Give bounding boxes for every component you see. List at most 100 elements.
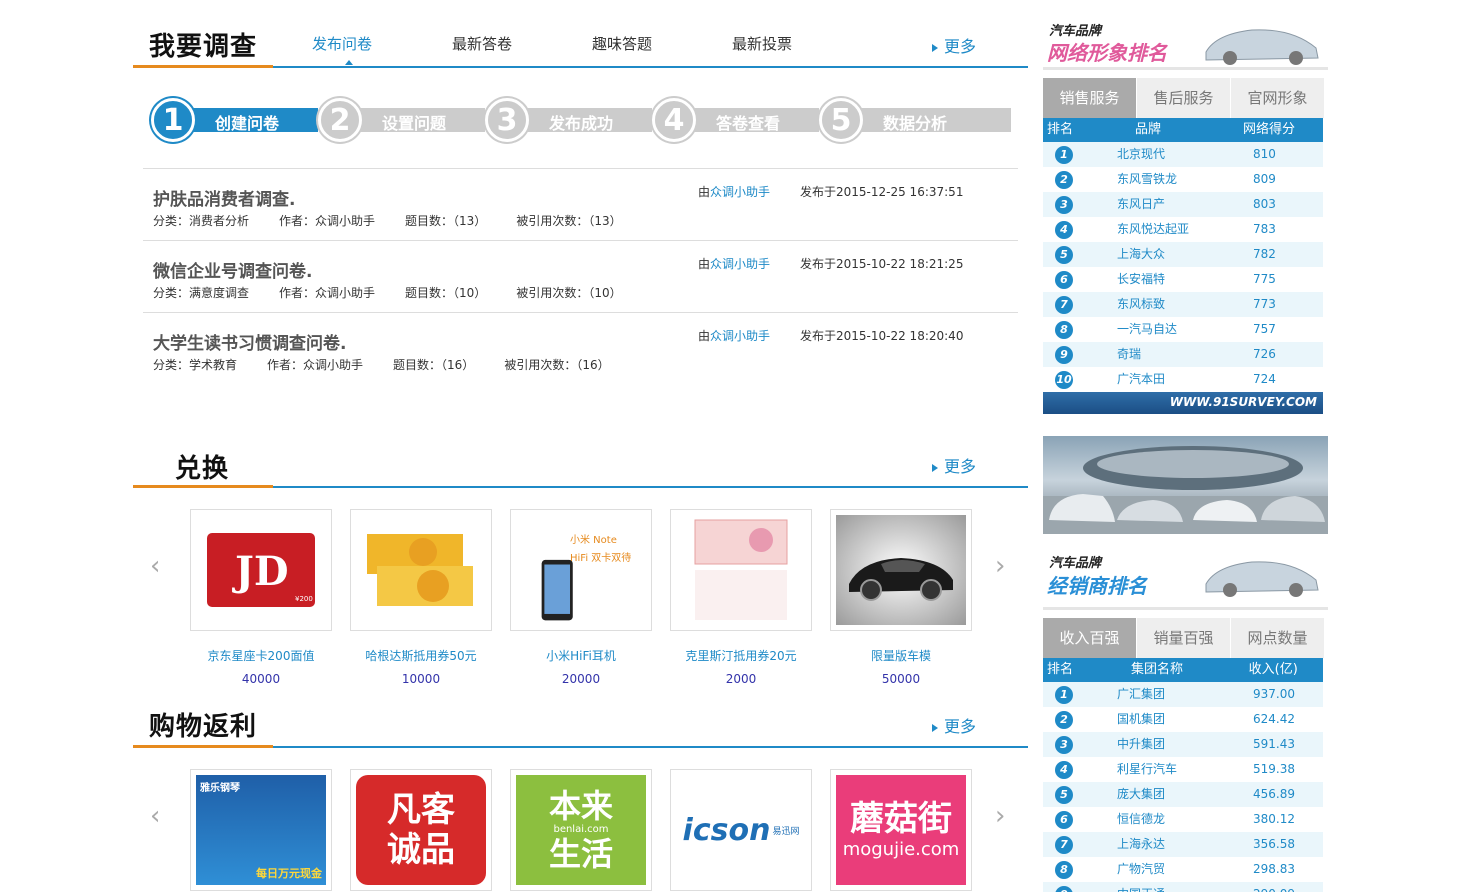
shopping-carousel: ‹ › 雅乐钢琴 每日万元现金 凡客 诚品 本来 benlai.com 生活 i… [133, 769, 1028, 892]
table-row: 5 庞大集团 456.89 [1043, 782, 1323, 807]
jd-card-image: JD ¥200 [196, 515, 326, 625]
ranking-table-2: 1 广汇集团 937.00 2 国机集团 624.42 3 中升集团 591.43 4 利星行… [1043, 682, 1328, 892]
survey-date: 发布于2015-10-22 18:20:40 [800, 329, 964, 343]
benlai-logo: 本来 benlai.com 生活 [516, 775, 646, 885]
tab-sales-top100[interactable]: 销量百强 [1137, 618, 1230, 658]
auto-show-photo[interactable] [1043, 436, 1328, 534]
title-underline [133, 485, 273, 488]
ranking-tabs-1: 销售服务 售后服务 官网形象 [1043, 78, 1328, 118]
survey-category: 分类：满意度调查 [153, 286, 250, 300]
survey-author: 作者：众调小助手 [279, 214, 376, 228]
shop-item[interactable]: icson 易迅网 [670, 769, 830, 891]
tab-latest-votes[interactable]: 最新投票 [732, 33, 872, 54]
xiaomi-phone-image: 小米 Note HiFi 双卡双待 [516, 515, 646, 625]
survey-publisher-link[interactable]: 众调小助手 [710, 257, 770, 271]
svg-text:JD: JD [232, 548, 289, 595]
table-row: 4 东风悦达起亚 783 [1043, 217, 1323, 242]
exchange-item-name[interactable]: 克里斯汀抵用券20元 [670, 647, 812, 664]
exchange-item-name[interactable]: 限量版车模 [830, 647, 972, 664]
survey-author: 作者：众调小助手 [279, 286, 376, 300]
exchange-item-name[interactable]: 小米HiFi耳机 [510, 647, 652, 664]
exchange-section-header: 兑换 更多 [133, 420, 1028, 488]
christine-voucher-image [676, 515, 806, 625]
table-row: 7 上海永达 356.58 [1043, 832, 1323, 857]
tab-website-image[interactable]: 官网形象 [1231, 78, 1324, 118]
survey-title[interactable]: 护肤品消费者调查. [153, 185, 295, 210]
shopping-section-title: 购物返利 [149, 712, 258, 742]
shop-item[interactable]: 凡客 诚品 [350, 769, 510, 891]
chevron-right-icon[interactable]: › [995, 801, 1005, 831]
tab-latest-answers[interactable]: 最新答卷 [452, 33, 592, 54]
table-row: 4 利星行汽车 519.38 [1043, 757, 1323, 782]
table-row: 5 上海大众 782 [1043, 242, 1323, 267]
ranking-table-1-header: 排名 品牌 网络得分 [1043, 118, 1323, 142]
table-row: 2 东风雪铁龙 809 [1043, 167, 1323, 192]
table-row: 3 东风日产 803 [1043, 192, 1323, 217]
shopping-section: 购物返利 更多 ‹ › 雅乐钢琴 每日万元现金 凡客 诚品 本来 benlai.… [133, 680, 1028, 891]
survey-steps: 创建问卷 1 设置问题 2 发布成功 3 答卷查看 4 数据分析 5 [151, 98, 1011, 142]
mogujie-logo: 蘑菇街 mogujie.com [836, 775, 966, 885]
table-row: 6 恒信德龙 380.12 [1043, 807, 1323, 832]
chevron-right-icon[interactable]: › [995, 551, 1005, 581]
list-item[interactable]: 大学生读书习惯调查问卷. 分类：学术教育 作者：众调小助手 题目数：（16） 被… [143, 313, 1018, 385]
chevron-left-icon[interactable]: ‹ [150, 801, 160, 831]
dealer-ranking-banner: 汽车品牌 经销商排名 [1043, 540, 1328, 610]
tab-fun-quiz[interactable]: 趣味答题 [592, 33, 732, 54]
tab-revenue-top100[interactable]: 收入百强 [1043, 618, 1136, 658]
survey-publisher-link[interactable]: 众调小助手 [710, 329, 770, 343]
survey-section-header: 我要调查 发布问卷 最新答卷 趣味答题 最新投票 更多 [133, 0, 1028, 68]
exchange-item-name[interactable]: 哈根达斯抵用券50元 [350, 647, 492, 664]
survey-cited-count: 被引用次数：（10） [516, 286, 622, 300]
exchange-item[interactable]: 克里斯汀抵用券20元 2000 [670, 509, 830, 686]
list-item[interactable]: 护肤品消费者调查. 分类：消费者分析 作者：众调小助手 题目数：（13） 被引用… [143, 169, 1018, 241]
ranking-table-2-header: 排名 集团名称 收入(亿) [1043, 658, 1323, 682]
shop-item[interactable]: 雅乐钢琴 每日万元现金 [190, 769, 350, 891]
survey-cited-count: 被引用次数：（13） [516, 214, 622, 228]
table-row: 3 中升集团 591.43 [1043, 732, 1323, 757]
exchange-item[interactable]: 限量版车模 50000 [830, 509, 990, 686]
exchange-item[interactable]: 哈根达斯抵用券50元 10000 [350, 509, 510, 686]
main-column: 我要调查 发布问卷 最新答卷 趣味答题 最新投票 更多 创建问卷 1 设置问题 … [133, 0, 1028, 891]
triangle-right-icon [931, 723, 938, 732]
exchange-item-name[interactable]: 京东星座卡200面值 [190, 647, 332, 664]
table-row: 2 国机集团 624.42 [1043, 707, 1323, 732]
car-icon [1205, 29, 1319, 65]
survey-author: 作者：众调小助手 [267, 358, 364, 372]
exchange-item[interactable]: 小米 Note HiFi 双卡双待 小米HiFi耳机 20000 [510, 509, 670, 686]
tab-publish-survey[interactable]: 发布问卷 [312, 33, 452, 65]
chevron-left-icon[interactable]: ‹ [150, 551, 160, 581]
survey-question-count: 题目数：（13） [405, 214, 487, 228]
tab-after-sales[interactable]: 售后服务 [1137, 78, 1230, 118]
tab-outlet-count[interactable]: 网点数量 [1231, 618, 1324, 658]
title-underline [133, 745, 273, 748]
exchange-item[interactable]: JD ¥200 京东星座卡200面值 40000 [190, 509, 350, 686]
survey-title[interactable]: 微信企业号调查问卷. [153, 257, 312, 282]
shopping-more-link[interactable]: 更多 [931, 713, 976, 737]
sidebar: 汽车品牌 网络形象排名 销售服务 售后服务 官网形象 排名 品牌 网络得分 1北… [1043, 0, 1328, 892]
table-row: 1 广汇集团 937.00 [1043, 682, 1323, 707]
vancl-logo: 凡客 诚品 [356, 775, 486, 885]
table-row: 10 广汽本田 724 [1043, 367, 1323, 392]
exchange-section-title: 兑换 [175, 454, 230, 484]
list-item[interactable]: 微信企业号调查问卷. 分类：满意度调查 作者：众调小助手 题目数：（10） 被引… [143, 241, 1018, 313]
survey-cited-count: 被引用次数：（16） [504, 358, 610, 372]
active-tab-caret-icon [345, 60, 353, 65]
survey-section-title: 我要调查 [149, 32, 258, 62]
exchange-more-link[interactable]: 更多 [931, 453, 976, 477]
icson-logo: icson 易迅网 [682, 812, 800, 848]
table-row: 1 北京现代 810 [1043, 142, 1323, 167]
ranking-table-1: 1 北京现代 810 2 东风雪铁龙 809 3 东风日产 803 4 东风悦达起亚 783 5… [1043, 142, 1328, 392]
site-url-bar[interactable]: WWW.91SURVEY.COM [1043, 392, 1323, 414]
tab-sales-service[interactable]: 销售服务 [1043, 78, 1136, 118]
survey-publisher-link[interactable]: 众调小助手 [710, 185, 770, 199]
survey-question-count: 题目数：（16） [393, 358, 475, 372]
shop-item[interactable]: 蘑菇街 mogujie.com [830, 769, 990, 891]
survey-title[interactable]: 大学生读书习惯调查问卷. [153, 329, 346, 354]
shop-item[interactable]: 本来 benlai.com 生活 [510, 769, 670, 891]
survey-more-link[interactable]: 更多 [931, 33, 976, 57]
piano-ad-image: 雅乐钢琴 每日万元现金 [196, 775, 326, 885]
table-row: 7 东风标致 773 [1043, 292, 1323, 317]
survey-tabs: 发布问卷 最新答卷 趣味答题 最新投票 [312, 33, 872, 65]
survey-date: 发布于2015-12-25 16:37:51 [800, 185, 964, 199]
table-row: 6 长安福特 775 [1043, 267, 1323, 292]
